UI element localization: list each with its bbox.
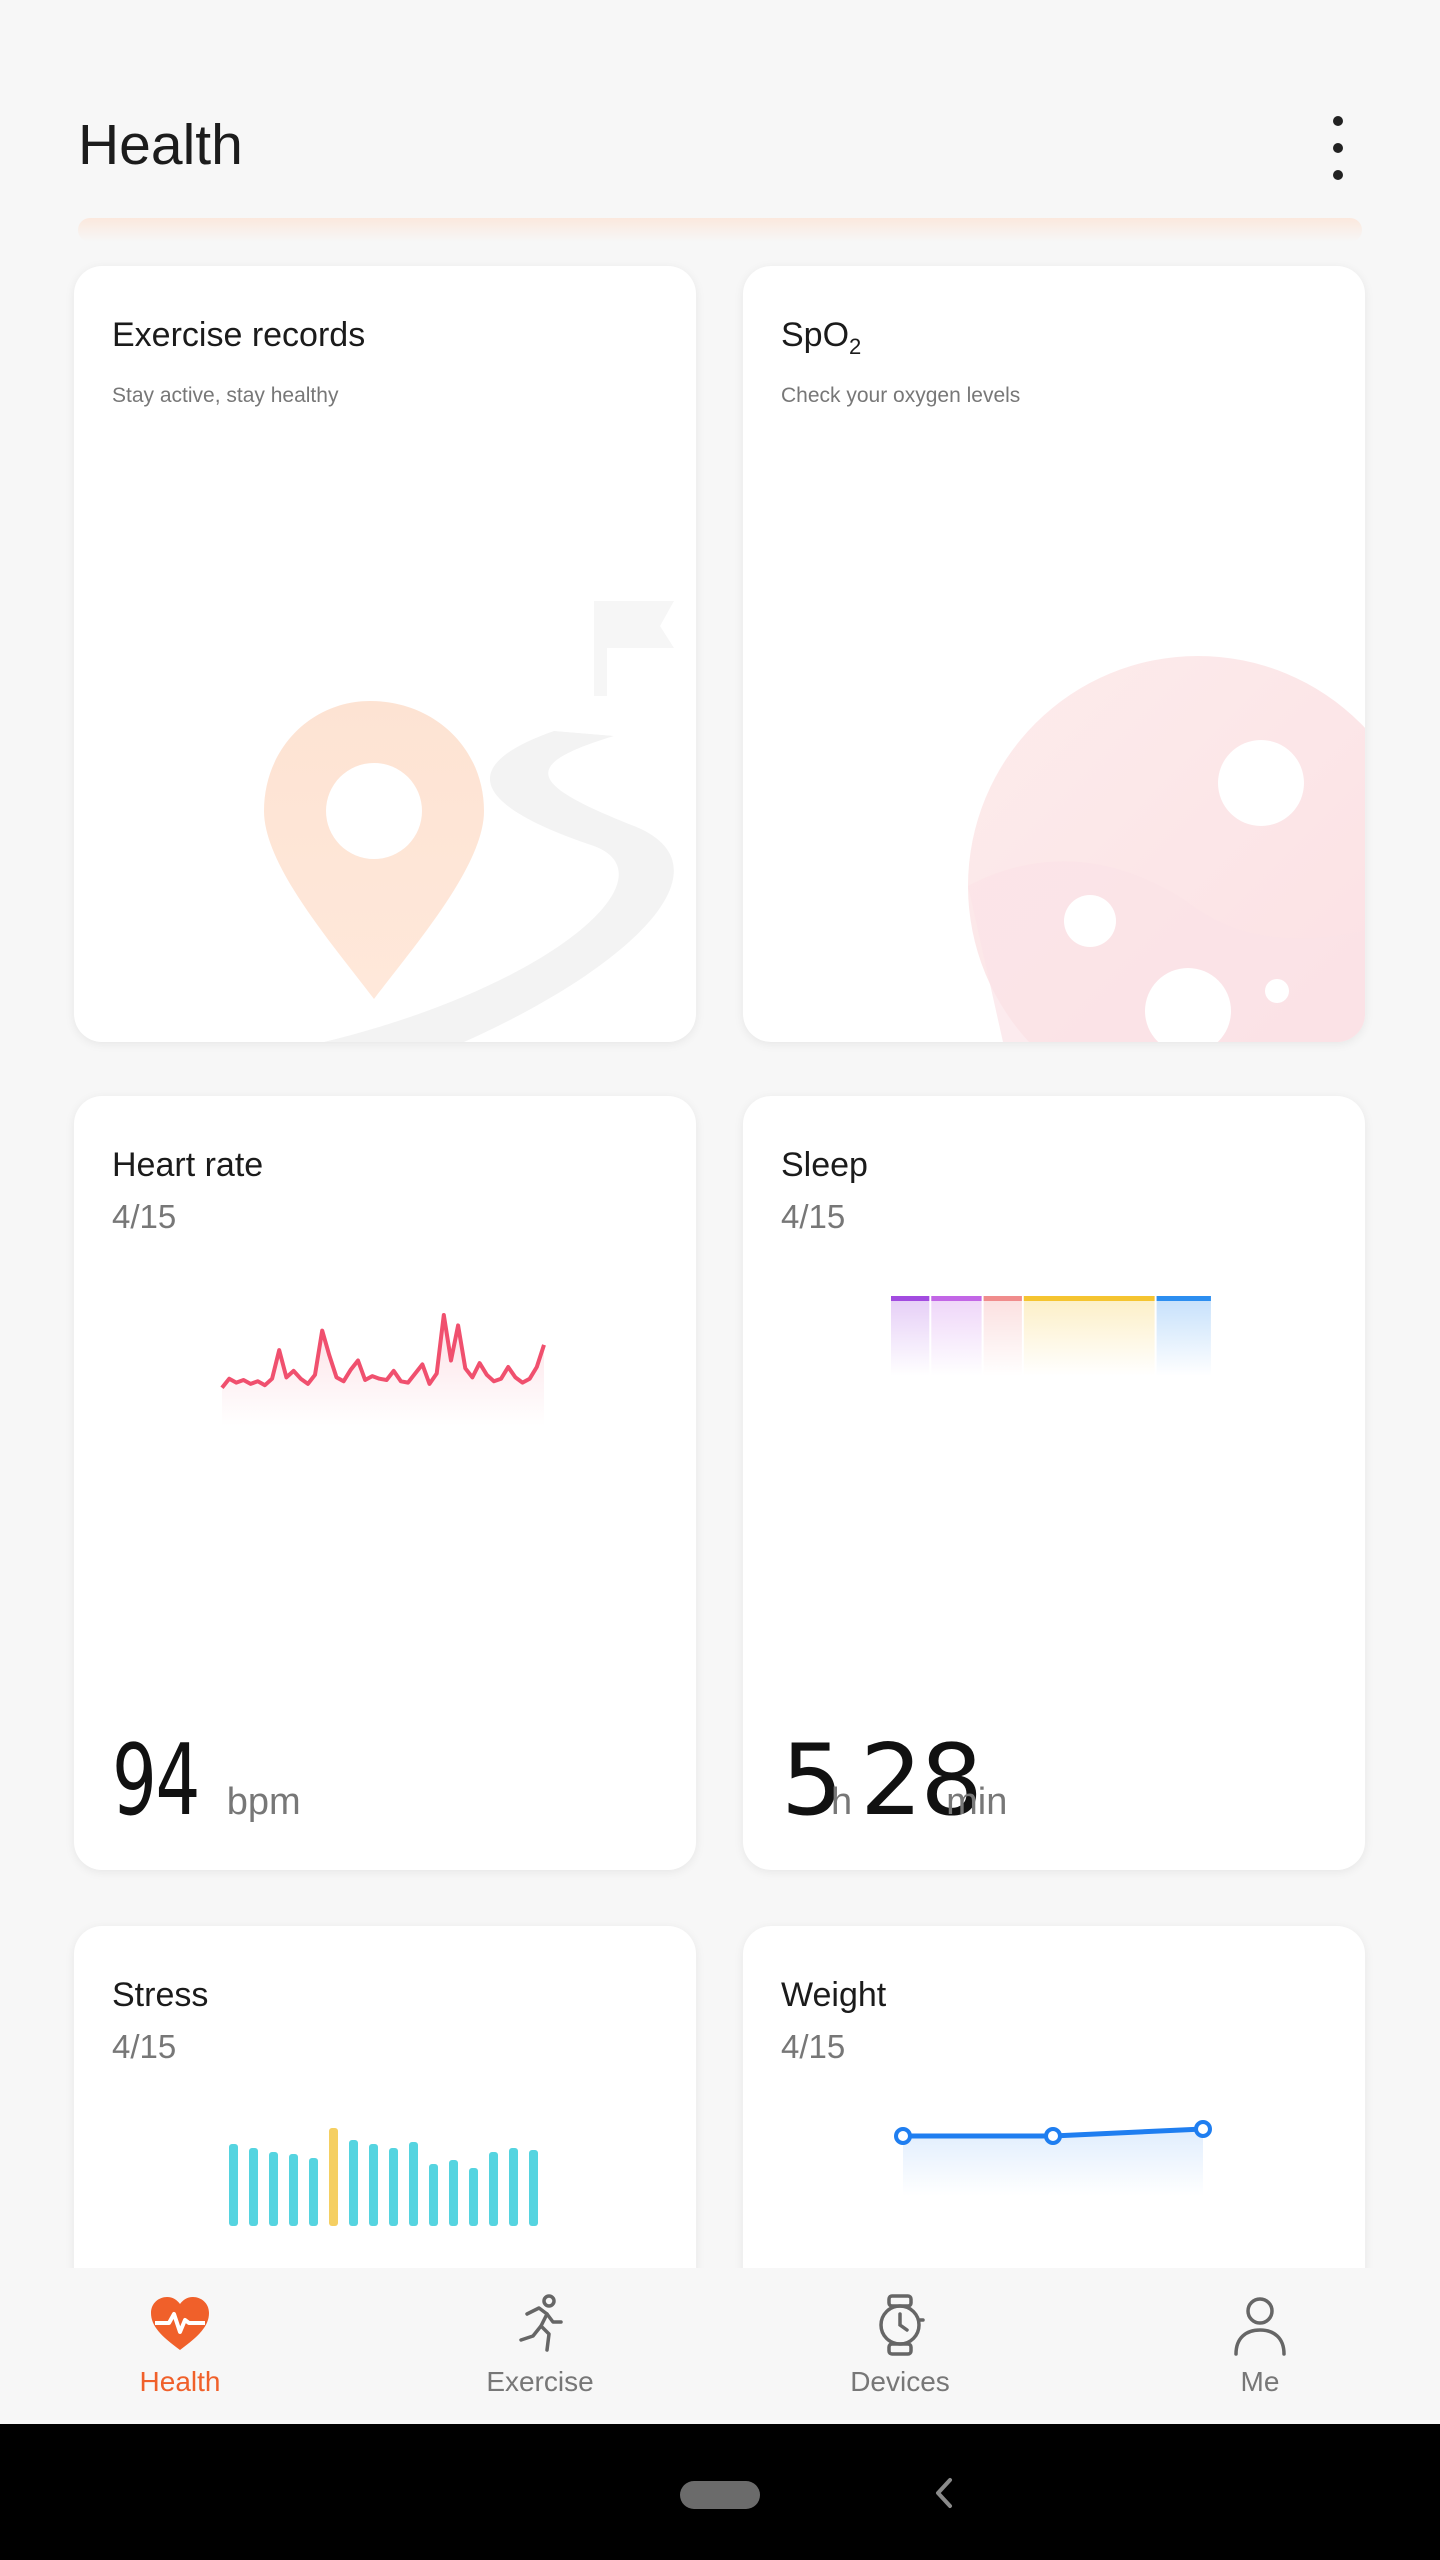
sleep-stage-cap — [931, 1296, 982, 1301]
stress-bar — [489, 2152, 498, 2226]
card-subtitle: Stay active, stay healthy — [112, 384, 339, 407]
stress-bar — [269, 2152, 278, 2226]
header-divider — [78, 218, 1362, 242]
exercise-records-card[interactable]: Exercise records Stay active, stay healt… — [74, 266, 696, 1042]
tab-label: Health — [139, 2366, 221, 2397]
sleep-hours: 5 — [781, 1724, 843, 1838]
stress-bar — [289, 2154, 298, 2226]
weight-card[interactable]: Weight 4/15 — [743, 1926, 1365, 2268]
page-title: Health — [78, 113, 243, 177]
sleep-stage-bar — [983, 1296, 1022, 1376]
home-pill-button[interactable] — [680, 2481, 760, 2509]
stress-bar — [389, 2148, 398, 2226]
sleep-stage-cap — [891, 1296, 930, 1301]
tab-label: Exercise — [486, 2366, 594, 2397]
weight-point — [1044, 2127, 1062, 2145]
stress-bar — [469, 2168, 478, 2226]
heart-rate-value: 94 bpm — [112, 1724, 301, 1838]
menu-dot-icon — [1333, 116, 1343, 126]
stress-bar — [429, 2164, 438, 2226]
oxygen-bubble-illustration — [968, 656, 1365, 1042]
heart-rate-card[interactable]: Heart rate 4/15 94 bpm — [74, 1096, 696, 1870]
bpm-number: 94 — [112, 1724, 200, 1838]
spo2-title: SpO — [781, 316, 850, 354]
sleep-minutes-unit: min — [946, 1781, 1008, 1823]
person-icon — [1234, 2297, 1286, 2356]
sleep-stage-bar — [1156, 1296, 1211, 1376]
stress-bar — [449, 2160, 458, 2226]
stress-bar — [529, 2150, 538, 2226]
heart-rate-area — [222, 1315, 544, 1426]
card-title: SpO2 — [781, 316, 861, 360]
spo2-card[interactable]: SpO2 Check your oxygen levels — [743, 266, 1365, 1042]
sleep-duration: 5 h 28 min — [781, 1724, 1007, 1838]
stress-bar — [509, 2148, 518, 2226]
heart-pulse-icon — [151, 2297, 209, 2350]
stress-bar — [309, 2158, 318, 2226]
stress-bar — [249, 2148, 258, 2226]
sleep-stage-cap — [1156, 1296, 1211, 1301]
sleep-stage-cap — [983, 1296, 1022, 1301]
sleep-stage-bar — [1023, 1296, 1155, 1376]
spo2-subscript: 2 — [849, 333, 862, 359]
weight-point — [1194, 2120, 1212, 2138]
sleep-hours-unit: h — [831, 1781, 853, 1823]
weight-point — [894, 2127, 912, 2145]
bottom-tab-bar: Health Exercise Devices Me — [0, 2268, 1440, 2424]
cards-grid[interactable]: Exercise records Stay active, stay healt… — [0, 240, 1440, 2268]
tab-health[interactable]: Health — [0, 2268, 360, 2424]
system-nav-bar — [0, 2424, 1440, 2560]
stress-bar — [229, 2144, 238, 2226]
sleep-stage-bar — [931, 1296, 982, 1376]
back-chevron-icon[interactable] — [918, 2468, 968, 2518]
bpm-unit: bpm — [226, 1781, 301, 1823]
tab-me[interactable]: Me — [1080, 2268, 1440, 2424]
route-illustration — [264, 601, 674, 1042]
tab-exercise[interactable]: Exercise — [360, 2268, 720, 2424]
sleep-stage-bar — [891, 1296, 930, 1376]
stress-card[interactable]: Stress 4/15 — [74, 1926, 696, 2268]
stress-bar — [349, 2140, 358, 2226]
heart-rate-line — [220, 1313, 546, 1390]
running-icon — [519, 2294, 563, 2352]
menu-dot-icon — [1333, 143, 1343, 153]
watch-icon — [879, 2294, 925, 2356]
menu-dot-icon — [1333, 170, 1343, 180]
card-subtitle: Check your oxygen levels — [781, 384, 1021, 407]
stress-bar-chart — [229, 2128, 538, 2226]
tab-label: Me — [1240, 2366, 1280, 2397]
stress-bar — [369, 2144, 378, 2226]
weight-trend-chart — [894, 2120, 1212, 2196]
stress-bar — [409, 2142, 418, 2226]
stress-bar — [329, 2128, 338, 2226]
app-bar: Health — [0, 0, 1440, 242]
tab-label: Devices — [850, 2366, 950, 2397]
sleep-stage-cap — [1023, 1296, 1155, 1301]
sleep-card[interactable]: Sleep 4/15 5 h 28 min — [743, 1096, 1365, 1870]
more-options-button[interactable] — [1308, 108, 1368, 188]
tab-devices[interactable]: Devices — [720, 2268, 1080, 2424]
card-title: Exercise records — [112, 316, 366, 354]
sleep-minutes: 28 — [860, 1724, 983, 1838]
